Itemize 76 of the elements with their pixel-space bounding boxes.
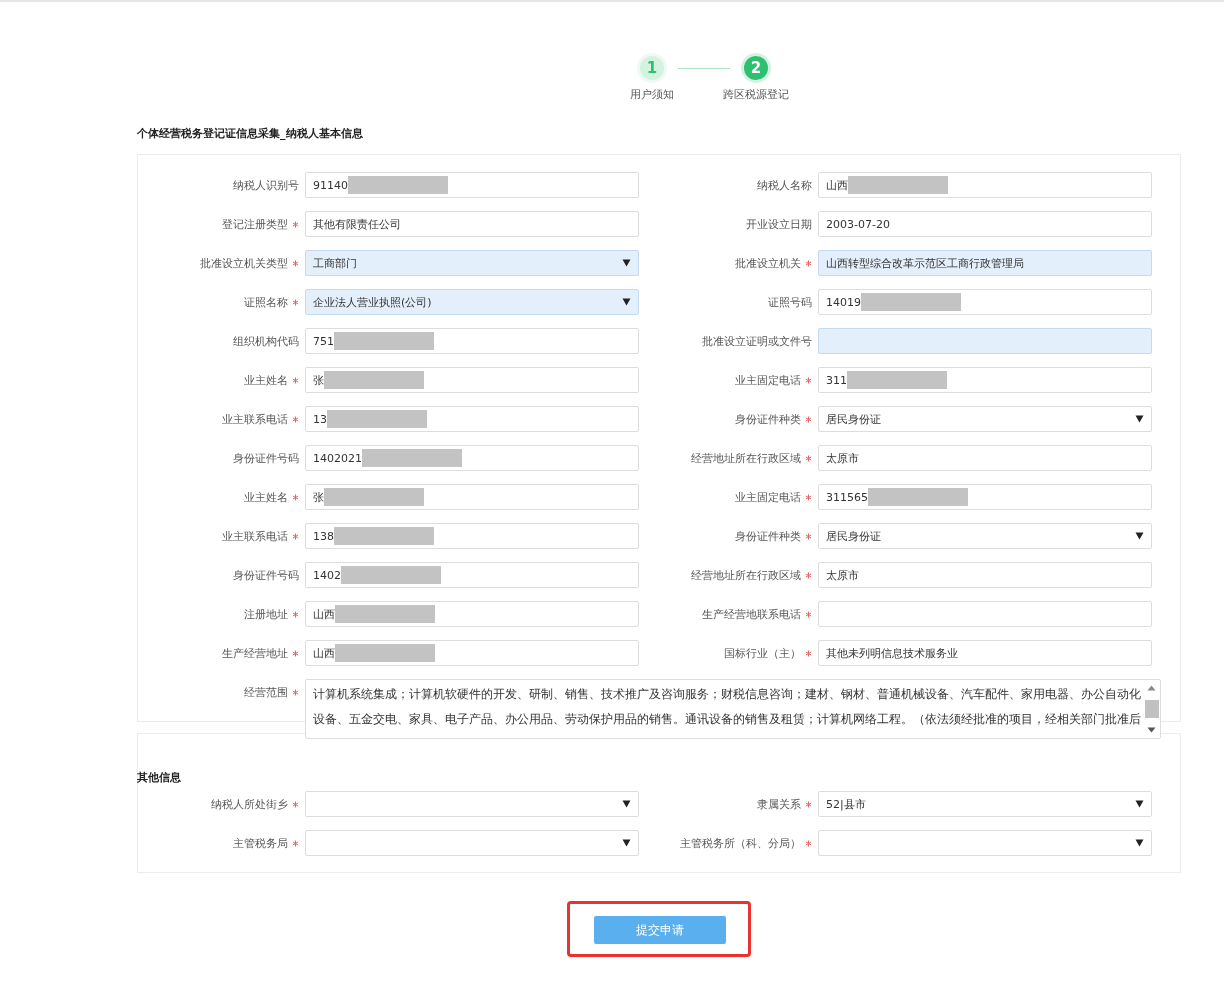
section-title: 其他信息 (137, 770, 182, 785)
input-field[interactable]: 太原市 (818, 445, 1152, 471)
field-label: 国标行业（主） (724, 645, 801, 661)
dropdown[interactable]: 企业法人营业执照(公司) (305, 289, 639, 315)
input-field[interactable]: 其他有限责任公司 (305, 211, 639, 237)
input-field[interactable]: 751 (305, 328, 639, 354)
input-field[interactable] (818, 601, 1152, 627)
dropdown[interactable]: 52|县市 (818, 791, 1152, 817)
field-label: 批准设立证明或文件号 (702, 333, 812, 349)
field-label: 业主固定电话 (735, 372, 801, 388)
dropdown[interactable] (305, 791, 639, 817)
field-label: 生产经营地联系电话 (702, 606, 801, 622)
field-label: 经营地址所在行政区域 (691, 567, 801, 583)
field-label: 经营地址所在行政区域 (691, 450, 801, 466)
input-field[interactable]: 2003-07-20 (818, 211, 1152, 237)
field-label: 隶属关系 (757, 796, 801, 812)
dropdown[interactable]: 居民身份证 (818, 406, 1152, 432)
input-field[interactable]: 311565 (818, 484, 1152, 510)
text-area[interactable]: 计算机系统集成；计算机软硬件的开发、研制、销售、技术推广及咨询服务；财税信息咨询；建材、钢材、普通机械设备、汽车配件、家用电器、办公自动化设备、五金交电、家具、电子产品、办公用品、劳动保护用品的销售。通讯设备的销售及租赁；计算机网络工程。（依法须经批准的项目，经相关部门批准后 (305, 679, 1161, 739)
input-field[interactable]: 311 (818, 367, 1152, 393)
field-label: 纳税人识别号 (233, 177, 299, 193)
scroll-down-icon (1147, 727, 1156, 733)
field-label: 登记注册类型 (222, 216, 288, 232)
caret-icon (1135, 532, 1144, 540)
field-label: 业主固定电话 (735, 489, 801, 505)
field-label: 身份证件号码 (233, 450, 299, 466)
field-label: 身份证件种类 (735, 528, 801, 544)
field-label: 组织机构代码 (233, 333, 299, 349)
caret-icon (622, 800, 631, 808)
caret-icon (1135, 800, 1144, 808)
section-title: 个体经营税务登记证信息采集_纳税人基本信息 (137, 126, 364, 141)
field-label: 经营范围 (244, 684, 288, 700)
caret-icon (1135, 839, 1144, 847)
field-label: 纳税人所处街乡 (211, 796, 288, 812)
field-label: 身份证件种类 (735, 411, 801, 427)
input-field[interactable]: 山西转型综合改革示范区工商行政管理局 (818, 250, 1152, 276)
input-field[interactable]: 1402021 (305, 445, 639, 471)
input-field[interactable]: 91140 (305, 172, 639, 198)
input-field[interactable] (818, 328, 1152, 354)
dropdown[interactable] (818, 830, 1152, 856)
field-label: 身份证件号码 (233, 567, 299, 583)
field-label: 主管税务局 (233, 835, 288, 851)
input-field[interactable]: 太原市 (818, 562, 1152, 588)
input-field[interactable]: 13 (305, 406, 639, 432)
step-label: 用户须知 (630, 87, 674, 102)
caret-icon (622, 298, 631, 306)
field-label: 开业设立日期 (746, 216, 812, 232)
input-field[interactable]: 山西 (818, 172, 1152, 198)
input-field[interactable]: 14019 (818, 289, 1152, 315)
field-label: 纳税人名称 (757, 177, 812, 193)
field-label: 批准设立机关类型 (200, 255, 288, 271)
caret-icon (622, 259, 631, 267)
field-label: 证照名称 (244, 294, 288, 310)
field-label: 业主联系电话 (222, 411, 288, 427)
input-field[interactable]: 山西 (305, 640, 639, 666)
field-label: 注册地址 (244, 606, 288, 622)
input-field[interactable]: 张 (305, 367, 639, 393)
field-label: 证照号码 (768, 294, 812, 310)
field-label: 业主姓名 (244, 489, 288, 505)
field-label: 批准设立机关 (735, 255, 801, 271)
scroll-up-icon (1147, 685, 1156, 691)
caret-icon (1135, 415, 1144, 423)
field-label: 生产经营地址 (222, 645, 288, 661)
dropdown[interactable] (305, 830, 639, 856)
input-field[interactable]: 其他未列明信息技术服务业 (818, 640, 1152, 666)
dropdown[interactable]: 工商部门 (305, 250, 639, 276)
field-label: 业主姓名 (244, 372, 288, 388)
input-field[interactable]: 1402 (305, 562, 639, 588)
caret-icon (622, 839, 631, 847)
input-field[interactable]: 张 (305, 484, 639, 510)
step-label: 跨区税源登记 (723, 87, 789, 102)
input-field[interactable]: 138 (305, 523, 639, 549)
input-field[interactable]: 山西 (305, 601, 639, 627)
field-label: 业主联系电话 (222, 528, 288, 544)
field-label: 主管税务所（科、分局） (680, 835, 801, 851)
dropdown[interactable]: 居民身份证 (818, 523, 1152, 549)
